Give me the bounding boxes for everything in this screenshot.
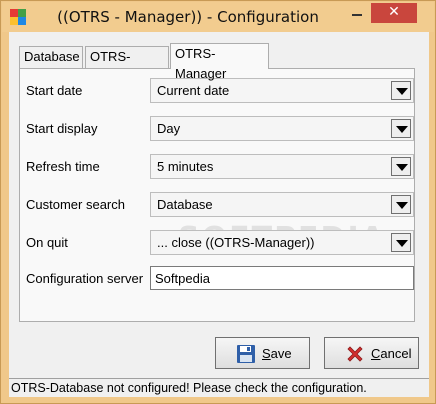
close-button[interactable]: ✕ <box>371 3 417 23</box>
customer-search-row: Customer search Database <box>26 192 414 218</box>
chevron-down-icon[interactable] <box>391 119 411 138</box>
on-quit-select[interactable]: ... close ((OTRS-Manager)) <box>150 230 414 255</box>
dialog-client-area: Database OTRS-Server OTRS-Manager SOFTPE… <box>9 32 429 397</box>
start-display-value: Day <box>157 121 181 136</box>
chevron-down-icon[interactable] <box>391 195 411 214</box>
customer-search-select[interactable]: Database <box>150 192 414 217</box>
status-bar: OTRS-Database not configured! Please che… <box>9 378 429 397</box>
cancel-button-label: Cancel <box>371 346 412 361</box>
configuration-window: ((OTRS - Manager)) - Configuration ✕ Dat… <box>0 0 436 404</box>
window-title: ((OTRS - Manager)) - Configuration <box>57 8 319 26</box>
on-quit-value: ... close ((OTRS-Manager)) <box>157 235 315 250</box>
tab-database[interactable]: Database <box>19 46 83 68</box>
cancel-button[interactable]: Cancel <box>324 337 419 369</box>
customer-search-label: Customer search <box>26 197 125 212</box>
configuration-server-row: Configuration server <box>26 266 414 292</box>
tab-otrs-server[interactable]: OTRS-Server <box>85 46 169 84</box>
cancel-x-icon <box>347 346 363 362</box>
refresh-time-label: Refresh time <box>26 159 100 174</box>
tab-otrs-manager[interactable]: OTRS-Manager <box>170 43 269 81</box>
chevron-down-icon[interactable] <box>391 81 411 100</box>
minimize-button[interactable] <box>344 3 370 23</box>
on-quit-row: On quit ... close ((OTRS-Manager)) <box>26 230 414 256</box>
start-date-label: Start date <box>26 83 83 98</box>
refresh-time-row: Refresh time 5 minutes <box>26 154 414 180</box>
chevron-down-icon[interactable] <box>391 157 411 176</box>
start-date-value: Current date <box>157 83 230 98</box>
start-display-select[interactable]: Day <box>150 116 414 141</box>
customer-search-value: Database <box>157 197 213 212</box>
chevron-down-icon[interactable] <box>391 233 411 252</box>
start-display-label: Start display <box>26 121 98 136</box>
refresh-time-select[interactable]: 5 minutes <box>150 154 414 179</box>
start-display-row: Start display Day <box>26 116 414 142</box>
title-bar[interactable]: ((OTRS - Manager)) - Configuration ✕ <box>2 2 434 32</box>
floppy-disk-icon <box>237 345 255 363</box>
configuration-server-label: Configuration server <box>26 271 144 286</box>
save-button-label: Save <box>262 346 292 361</box>
close-icon: ✕ <box>388 4 400 20</box>
on-quit-label: On quit <box>26 235 68 250</box>
configuration-server-input[interactable] <box>150 266 414 290</box>
otrs-manager-panel: SOFTPEDIA Start date Current date Start … <box>19 68 415 322</box>
save-button[interactable]: Save <box>215 337 310 369</box>
refresh-time-value: 5 minutes <box>157 159 214 174</box>
